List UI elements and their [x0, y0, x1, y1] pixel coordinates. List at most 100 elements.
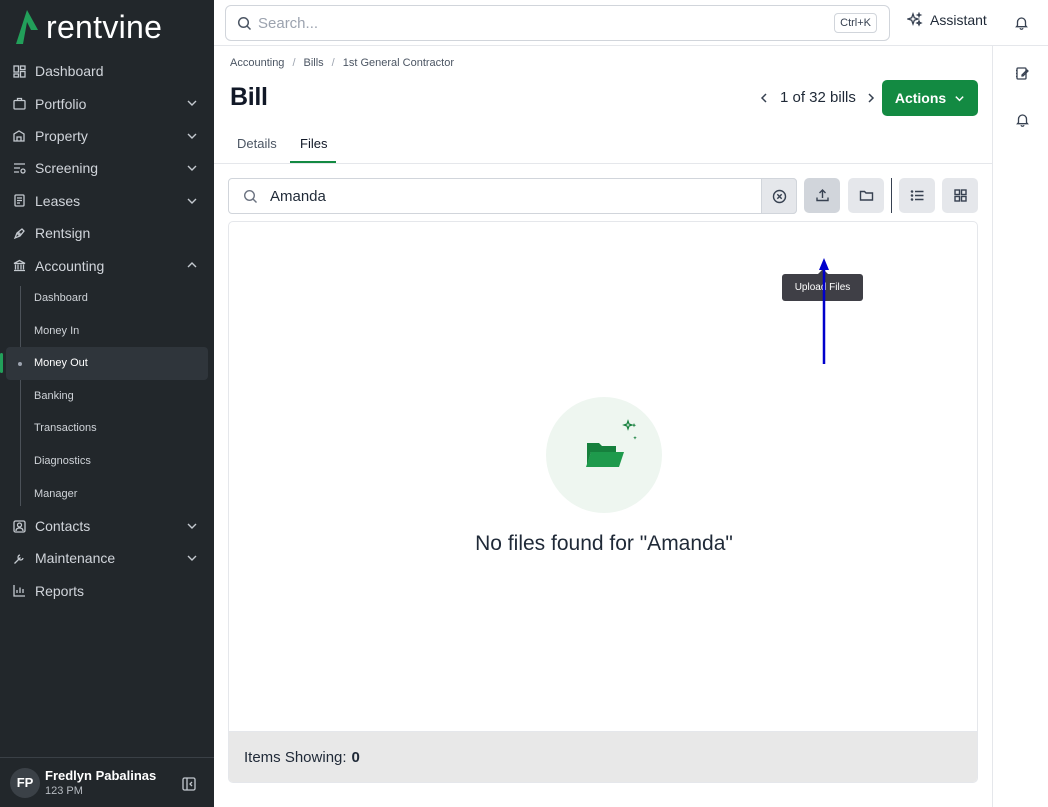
- upload-icon: [815, 189, 829, 202]
- sidebar-item-leases[interactable]: Leases: [0, 185, 214, 217]
- breadcrumb-bills[interactable]: Bills: [304, 57, 324, 69]
- logo-text: rentvine: [46, 8, 163, 45]
- sub-item-diagnostics[interactable]: Diagnostics: [0, 445, 214, 478]
- tab-details[interactable]: Details: [237, 136, 277, 151]
- chevron-down-icon: [187, 523, 197, 529]
- leases-icon: [12, 194, 26, 208]
- dashboard-icon: [12, 64, 26, 78]
- sidebar-item-property[interactable]: Property: [0, 120, 214, 152]
- sidebar-item-label: Portfolio: [35, 95, 87, 112]
- pager-text: 1 of 32 bills: [780, 89, 856, 106]
- list-view-button[interactable]: [899, 178, 935, 213]
- previous-record-icon[interactable]: [758, 92, 770, 104]
- grid-view-button[interactable]: [942, 178, 978, 213]
- clear-circle-icon: [772, 189, 786, 203]
- items-showing-footer: Items Showing: 0: [229, 731, 977, 782]
- user-profile[interactable]: FP Fredlyn Pabalinas 123 PM: [0, 757, 214, 807]
- user-time: 123 PM: [45, 785, 83, 797]
- shortcut-badge: Ctrl+K: [834, 13, 877, 33]
- empty-state-message: No files found for "Amanda": [475, 532, 733, 555]
- chevron-down-icon: [187, 555, 197, 562]
- active-tab-underline: [290, 161, 336, 163]
- sidebar: rentvine Dashboard Portfolio Property Sc…: [0, 0, 214, 807]
- annotation-arrow: [819, 258, 829, 364]
- folder-icon: [859, 190, 873, 201]
- sub-item-label: Diagnostics: [34, 455, 91, 467]
- sub-item-money-out[interactable]: Money Out: [0, 346, 208, 380]
- search-placeholder: Search...: [258, 14, 319, 32]
- sidebar-item-label: Screening: [35, 160, 99, 177]
- active-dot: [18, 361, 22, 366]
- right-rail: [992, 46, 1048, 807]
- notes-edit-icon[interactable]: [1015, 66, 1030, 81]
- page-title: Bill: [230, 83, 268, 111]
- global-search-input[interactable]: Search... Ctrl+K: [225, 5, 890, 41]
- portfolio-icon: [12, 97, 26, 111]
- active-indicator: [0, 352, 3, 373]
- sidebar-item-portfolio[interactable]: Portfolio: [0, 87, 214, 119]
- list-view-icon: [910, 190, 923, 201]
- sidebar-item-label: Dashboard: [35, 63, 104, 80]
- sidebar-item-label: Property: [35, 127, 88, 144]
- tab-bar: Details Files: [214, 127, 992, 164]
- upload-files-button[interactable]: [804, 178, 840, 213]
- sub-item-label: Dashboard: [34, 292, 88, 305]
- sidebar-item-reports[interactable]: Reports: [0, 575, 214, 607]
- files-panel: No files found for "Amanda" Items Showin…: [228, 221, 978, 783]
- empty-state-illustration: [546, 397, 662, 513]
- assistant-label: Assistant: [930, 12, 987, 28]
- sub-item-label: Banking: [34, 389, 74, 402]
- chevron-down-icon: [955, 95, 964, 101]
- tab-files[interactable]: Files: [300, 136, 327, 151]
- avatar: FP: [10, 767, 40, 798]
- notification-bell-icon[interactable]: [1014, 15, 1029, 30]
- actions-button[interactable]: Actions: [882, 80, 978, 116]
- search-icon: [243, 189, 257, 203]
- breadcrumb-current: 1st General Contractor: [342, 57, 455, 69]
- screening-icon: [12, 161, 26, 175]
- files-search-input[interactable]: Amanda: [228, 178, 797, 214]
- sub-item-label: Money In: [34, 324, 80, 337]
- rentvine-logo[interactable]: rentvine: [14, 8, 162, 46]
- files-search-value: Amanda: [270, 187, 326, 205]
- sub-item-label: Transactions: [34, 422, 97, 435]
- reminder-bell-icon[interactable]: [1015, 112, 1030, 127]
- contacts-icon: [12, 519, 26, 533]
- toolbar-divider: [891, 178, 892, 213]
- clear-search-button[interactable]: [761, 178, 797, 214]
- sub-item-manager[interactable]: Manager: [0, 477, 214, 510]
- actions-label: Actions: [894, 90, 947, 106]
- sub-item-money-in[interactable]: Money In: [0, 314, 214, 347]
- sidebar-item-maintenance[interactable]: Maintenance: [0, 542, 214, 574]
- reports-icon: [12, 584, 26, 598]
- main-content: Accounting / Bills / 1st General Contrac…: [214, 46, 992, 807]
- sidebar-item-rentsign[interactable]: Rentsign: [0, 217, 214, 249]
- sidebar-nav: Dashboard Portfolio Property Screening L…: [0, 55, 214, 607]
- sidebar-item-accounting[interactable]: Accounting: [0, 249, 214, 281]
- items-showing-label: Items Showing:: [244, 748, 347, 766]
- sidebar-item-label: Maintenance: [35, 550, 116, 567]
- sub-item-banking[interactable]: Banking: [0, 380, 214, 413]
- sidebar-item-screening[interactable]: Screening: [0, 152, 214, 184]
- sidebar-item-label: Accounting: [35, 257, 105, 274]
- grid-view-icon: [953, 189, 967, 202]
- sub-item-transactions[interactable]: Transactions: [0, 412, 214, 445]
- sidebar-item-label: Reports: [35, 582, 85, 599]
- chevron-down-icon: [187, 165, 197, 172]
- new-folder-button[interactable]: [848, 178, 884, 213]
- breadcrumb-separator: /: [292, 57, 296, 69]
- search-icon: [237, 16, 252, 30]
- chevron-down-icon: [187, 133, 197, 139]
- accounting-submenu: Dashboard Money In Money Out Banking Tra…: [0, 282, 214, 510]
- record-pager: 1 of 32 bills: [758, 89, 877, 106]
- sub-item-label: Money Out: [34, 357, 88, 370]
- chevron-up-icon: [187, 262, 197, 268]
- sub-item-dashboard[interactable]: Dashboard: [0, 282, 214, 315]
- next-record-icon[interactable]: [865, 92, 877, 104]
- rentvine-leaf-icon: [16, 10, 38, 44]
- collapse-sidebar-icon[interactable]: [182, 777, 196, 791]
- sidebar-item-contacts[interactable]: Contacts: [0, 510, 214, 542]
- breadcrumb-accounting[interactable]: Accounting: [230, 57, 284, 69]
- sidebar-item-dashboard[interactable]: Dashboard: [0, 55, 214, 87]
- assistant-button[interactable]: Assistant: [907, 12, 987, 28]
